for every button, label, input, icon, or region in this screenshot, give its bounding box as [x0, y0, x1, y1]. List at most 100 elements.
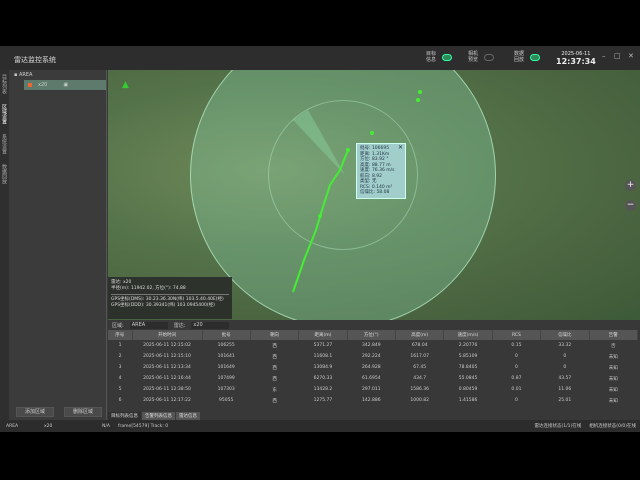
- table-cell: 0: [515, 365, 518, 370]
- column-header[interactable]: 告警: [589, 330, 638, 340]
- tab-data-playback[interactable]: 数据回放: [1, 164, 8, 190]
- table-cell: 未知: [608, 387, 618, 393]
- tab-system-settings[interactable]: 系统设置: [1, 134, 8, 160]
- track-point[interactable]: [416, 98, 420, 102]
- status-bar: AREA x20 N/A frame[54579] Track: 0 雷达连接状…: [0, 420, 640, 432]
- tab-target-list[interactable]: 目标列表: [1, 74, 8, 100]
- table-cell: 0: [563, 354, 567, 359]
- maximize-button[interactable]: □: [614, 52, 621, 60]
- add-area-button[interactable]: 添加区域: [16, 407, 54, 417]
- map-view[interactable]: ▲ ✕ 批号: 106695 距离: 1.31Km 方位: 83.92 ° 高度…: [108, 70, 640, 320]
- device-tree: ▪ AREA x20 ▣ 添加区域 删除区域: [10, 70, 107, 420]
- toggle-switch[interactable]: [530, 53, 540, 61]
- table-cell: 67.45: [413, 365, 427, 370]
- table-cell: 1586.36: [410, 387, 429, 392]
- table-cell: 33.32: [558, 343, 572, 348]
- track-point[interactable]: [318, 214, 322, 218]
- column-header[interactable]: 序号: [108, 330, 133, 340]
- table-cell: 未知: [608, 376, 618, 382]
- toggle-target-info[interactable]: 目标信息: [426, 51, 452, 63]
- radar-beam: [293, 110, 345, 175]
- column-header[interactable]: 速度(m/s): [443, 330, 493, 340]
- status-na: N/A: [102, 423, 110, 429]
- radar-filter-input[interactable]: x20: [191, 321, 230, 329]
- table-filter: 区域: AREA 雷达: x20: [108, 320, 640, 330]
- table-cell: 4: [118, 376, 122, 381]
- table-cell: 2025-06-11 12:13:34: [143, 365, 191, 370]
- table-cell: 5.85109: [458, 354, 478, 359]
- table-cell: 11608.1: [313, 354, 333, 359]
- table-cell: 292.224: [362, 354, 381, 359]
- column-header[interactable]: 开始时间: [132, 330, 203, 340]
- table-row[interactable]: 3 2025-06-11 12:13:34 101649 西 13084.9 264.92…: [108, 362, 638, 373]
- table-row[interactable]: 4 2025-06-11 12:16:44 107499 西 6270.33 61.695…: [108, 373, 638, 384]
- popup-close-icon[interactable]: ✕: [398, 145, 403, 151]
- table-cell: 1275.77: [313, 398, 333, 403]
- column-header[interactable]: 高度(m): [395, 330, 445, 340]
- zoom-out-button[interactable]: −: [625, 200, 636, 211]
- table-cell: 13428.2: [313, 387, 333, 392]
- column-header[interactable]: 距离(m): [298, 330, 348, 340]
- toggle-label: 相机预览: [468, 51, 479, 63]
- minimize-button[interactable]: –: [602, 52, 606, 60]
- camera-connection-status: 相机连接状态(0/0)在线: [589, 424, 636, 429]
- track-point[interactable]: [418, 90, 422, 94]
- table-row[interactable]: 6 2025-06-11 12:17:22 95055 西 1275.77 142.886…: [108, 395, 638, 406]
- table-cell: 3: [118, 365, 122, 370]
- toggle-switch[interactable]: [484, 53, 494, 61]
- table-cell: 25.01: [558, 398, 572, 403]
- table-cell: 5: [118, 387, 122, 392]
- table-cell: 297.011: [362, 387, 381, 392]
- column-header[interactable]: 方位(°): [347, 330, 397, 340]
- column-header[interactable]: RCS: [492, 330, 542, 340]
- table-cell: 142.886: [362, 398, 381, 403]
- track-point[interactable]: [370, 131, 374, 135]
- tab-area-settings[interactable]: 区域设置: [1, 104, 8, 130]
- table-cell: 5371.27: [313, 343, 333, 348]
- table-cell: 107303: [217, 387, 235, 392]
- table-cell: 106255: [217, 343, 235, 348]
- table-cell: 342.849: [362, 343, 381, 348]
- tree-node-radar[interactable]: x20 ▣: [24, 80, 106, 90]
- table-cell: 西: [272, 398, 277, 404]
- table-cell: 61.6954: [362, 376, 381, 381]
- tree-node-area[interactable]: ▪ AREA: [10, 70, 106, 80]
- table-cell: 95055: [219, 398, 234, 403]
- camera-icon[interactable]: ▣: [63, 82, 68, 88]
- table-cell: 101641: [217, 354, 235, 359]
- status-area: AREA: [6, 423, 19, 429]
- column-header[interactable]: 朝向: [250, 330, 300, 340]
- toggle-data-playback[interactable]: 数据回放: [514, 51, 540, 63]
- table-row[interactable]: 2 2025-06-11 12:15:10 101641 西 11608.1 292.22…: [108, 351, 638, 362]
- target-table-panel: 区域: AREA 雷达: x20 序号 开始时间 批号 朝向 距离(m) 方位(°) 高度(…: [108, 320, 640, 421]
- zoom-in-button[interactable]: +: [625, 180, 636, 191]
- table-cell: 6: [118, 398, 122, 403]
- app-window: 雷达监控系统 目标信息 相机预览 数据回放 2025-06-11 12:37:34…: [0, 46, 640, 432]
- area-filter-label: 区域:: [112, 322, 124, 329]
- table-cell: 434.7: [413, 376, 427, 381]
- table-cell: 未知: [608, 398, 618, 404]
- table-cell: 0.80459: [458, 387, 478, 392]
- close-button[interactable]: ✕: [628, 52, 634, 60]
- track-point[interactable]: [346, 148, 350, 152]
- column-header[interactable]: 批号: [202, 330, 251, 340]
- table-row[interactable]: 1 2025-06-11 12:15:02 106255 西 5371.27 342.84…: [108, 340, 638, 351]
- table-row[interactable]: 5 2025-06-11 12:38:50 107303 东 13428.2 297.01…: [108, 384, 638, 395]
- target-table: 序号 开始时间 批号 朝向 距离(m) 方位(°) 高度(m) 速度(m/s) RCS 信噪比 告警…: [108, 330, 638, 406]
- toggle-switch[interactable]: [442, 53, 452, 61]
- area-filter-input[interactable]: AREA: [129, 321, 168, 329]
- toggle-label: 数据回放: [514, 51, 525, 63]
- table-cell: 0: [515, 354, 518, 359]
- table-cell: 55.0845: [458, 376, 478, 381]
- table-cell: 101649: [217, 365, 235, 370]
- column-header[interactable]: 信噪比: [540, 330, 590, 340]
- table-cell: 0.87: [511, 376, 522, 381]
- status-radar: x20: [44, 423, 53, 429]
- toggle-camera-preview[interactable]: 相机预览: [468, 51, 494, 63]
- table-cell: 1.41586: [458, 398, 478, 403]
- delete-area-button[interactable]: 删除区域: [64, 407, 102, 417]
- left-tab-bar: 目标列表 区域设置 系统设置 数据回放: [0, 70, 9, 420]
- table-cell: 78.8405: [458, 365, 478, 370]
- table-cell: 13084.9: [313, 365, 333, 370]
- table-cell: 0: [563, 365, 567, 370]
